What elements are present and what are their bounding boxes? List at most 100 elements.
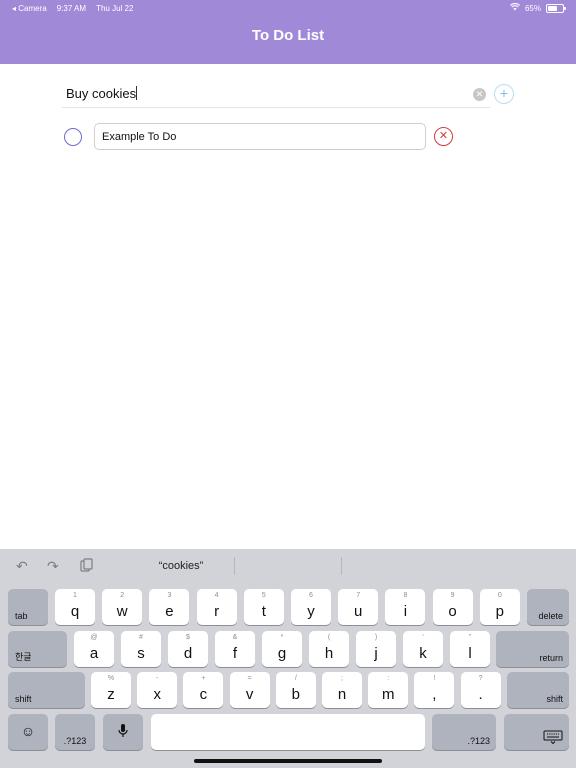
return-key[interactable]: return bbox=[496, 631, 569, 667]
key-label: i bbox=[403, 603, 408, 620]
key-x[interactable]: -x bbox=[137, 672, 178, 708]
key-l[interactable]: " l bbox=[450, 631, 490, 667]
wifi-icon bbox=[509, 3, 521, 13]
undo-icon[interactable]: ↶ bbox=[16, 558, 28, 575]
key-k[interactable]: ' k bbox=[403, 631, 443, 667]
key-s[interactable]: # s bbox=[121, 631, 161, 667]
nav-bar: ◂ Camera 9:37 AM Thu Jul 22 65% To Do Li… bbox=[0, 0, 576, 64]
key-q[interactable]: 1q bbox=[55, 589, 95, 625]
key-alt-label: ! bbox=[433, 675, 436, 682]
new-todo-input[interactable]: Buy cookies bbox=[66, 86, 138, 101]
key-label: w bbox=[116, 603, 128, 620]
key-e[interactable]: 3e bbox=[149, 589, 190, 625]
key-label: r bbox=[214, 603, 220, 620]
key-c[interactable]: + c bbox=[183, 672, 224, 708]
dictation-key[interactable] bbox=[103, 714, 143, 750]
key-alt-label: 0 bbox=[497, 592, 502, 599]
status-bar: ◂ Camera 9:37 AM Thu Jul 22 65% bbox=[0, 0, 576, 16]
complete-toggle[interactable] bbox=[64, 128, 82, 146]
delete-todo-button[interactable]: ✕ bbox=[434, 127, 453, 146]
key-alt-label: 4 bbox=[214, 592, 219, 599]
key-r[interactable]: 4r bbox=[196, 589, 237, 625]
shift-key-right[interactable]: shift bbox=[507, 672, 569, 708]
key-j[interactable]: ) j bbox=[356, 631, 396, 667]
key-alt-label: : bbox=[387, 675, 390, 682]
key-label: l bbox=[468, 645, 472, 662]
clear-icon[interactable]: ✕ bbox=[473, 88, 486, 101]
key-a[interactable]: @ a bbox=[74, 631, 114, 667]
status-date: Thu Jul 22 bbox=[96, 4, 134, 13]
numbers-key-right[interactable]: .?123 bbox=[432, 714, 496, 750]
key-u[interactable]: 7u bbox=[338, 589, 379, 625]
page-title: To Do List bbox=[251, 27, 325, 44]
key-h[interactable]: (h bbox=[309, 631, 349, 667]
key-alt-label: = bbox=[247, 675, 252, 682]
suggestion-bar: ↶ ↷ “cookies” bbox=[0, 549, 576, 585]
new-todo-row: Buy cookies ✕ bbox=[62, 84, 490, 108]
key-label: g bbox=[277, 645, 287, 662]
key-i[interactable]: 8i bbox=[385, 589, 426, 625]
suggestion-divider bbox=[341, 557, 342, 575]
suggestion-item[interactable]: “cookies” bbox=[110, 560, 252, 572]
key-,[interactable]: !, bbox=[414, 672, 455, 708]
mic-icon bbox=[103, 723, 143, 741]
numbers-key-left[interactable]: .?123 bbox=[55, 714, 95, 750]
tab-key[interactable]: tab bbox=[8, 589, 48, 625]
key-alt-label: ( bbox=[327, 634, 331, 641]
key-y[interactable]: 6y bbox=[291, 589, 331, 625]
key-alt-label: % bbox=[107, 675, 115, 682]
key-o[interactable]: 9o bbox=[432, 589, 473, 625]
key-label: p bbox=[495, 603, 504, 620]
back-to-camera-link[interactable]: ◂ Camera bbox=[12, 4, 47, 13]
paste-icon[interactable] bbox=[79, 558, 93, 576]
key-.[interactable]: ?. bbox=[460, 672, 501, 708]
key-g[interactable]: * g bbox=[262, 631, 302, 667]
key-v[interactable]: = v bbox=[229, 672, 270, 708]
key-b[interactable]: / b bbox=[275, 672, 316, 708]
numbers-key-label: .?123 bbox=[467, 736, 490, 746]
emoji-key[interactable]: ☺ bbox=[8, 714, 48, 750]
emoji-icon: ☺ bbox=[20, 723, 36, 739]
key-alt-label: & bbox=[232, 634, 238, 641]
key-alt-label: # bbox=[139, 634, 143, 641]
shift-key-label: shift bbox=[15, 694, 32, 704]
key-alt-label: 1 bbox=[73, 592, 77, 599]
key-w[interactable]: 2w bbox=[102, 589, 143, 625]
key-label: d bbox=[183, 645, 193, 662]
redo-icon[interactable]: ↷ bbox=[47, 558, 59, 575]
key-alt-label: ) bbox=[374, 634, 378, 641]
key-label: y bbox=[307, 603, 315, 620]
key-alt-label: * bbox=[280, 634, 284, 641]
todo-text-field[interactable]: Example To Do bbox=[94, 123, 426, 150]
key-alt-label: 6 bbox=[309, 592, 313, 599]
key-alt-label: / bbox=[294, 675, 297, 682]
key-label: , bbox=[432, 686, 437, 703]
dismiss-keyboard-key[interactable] bbox=[504, 714, 569, 750]
key-alt-label: ? bbox=[478, 675, 483, 682]
battery-fill bbox=[548, 5, 557, 11]
key-alt-label: @ bbox=[90, 634, 98, 641]
key-t[interactable]: 5t bbox=[243, 589, 284, 625]
key-z[interactable]: % z bbox=[91, 672, 131, 708]
key-f[interactable]: & f bbox=[215, 631, 255, 667]
key-alt-label: ; bbox=[341, 675, 343, 682]
key-label: s bbox=[137, 645, 145, 662]
key-label: q bbox=[70, 603, 80, 620]
key-alt-label: " bbox=[468, 634, 472, 641]
key-alt-label: ' bbox=[422, 634, 424, 641]
battery-icon bbox=[546, 3, 566, 13]
add-todo-button[interactable]: + bbox=[494, 84, 514, 104]
key-n[interactable]: ; n bbox=[322, 672, 362, 708]
space-key[interactable] bbox=[151, 714, 425, 750]
delete-key[interactable]: delete bbox=[527, 589, 569, 625]
text-caret bbox=[136, 86, 138, 100]
shift-key-left[interactable]: shift bbox=[8, 672, 85, 708]
language-key[interactable]: 한글 bbox=[8, 631, 67, 667]
key-d[interactable]: $ d bbox=[168, 631, 208, 667]
key-label: x bbox=[153, 686, 161, 703]
key-m[interactable]: :m bbox=[368, 672, 409, 708]
key-p[interactable]: 0p bbox=[479, 589, 520, 625]
keyboard-dismiss-icon bbox=[543, 730, 563, 747]
key-alt-label: 3 bbox=[167, 592, 172, 599]
status-time: 9:37 AM bbox=[56, 4, 87, 13]
